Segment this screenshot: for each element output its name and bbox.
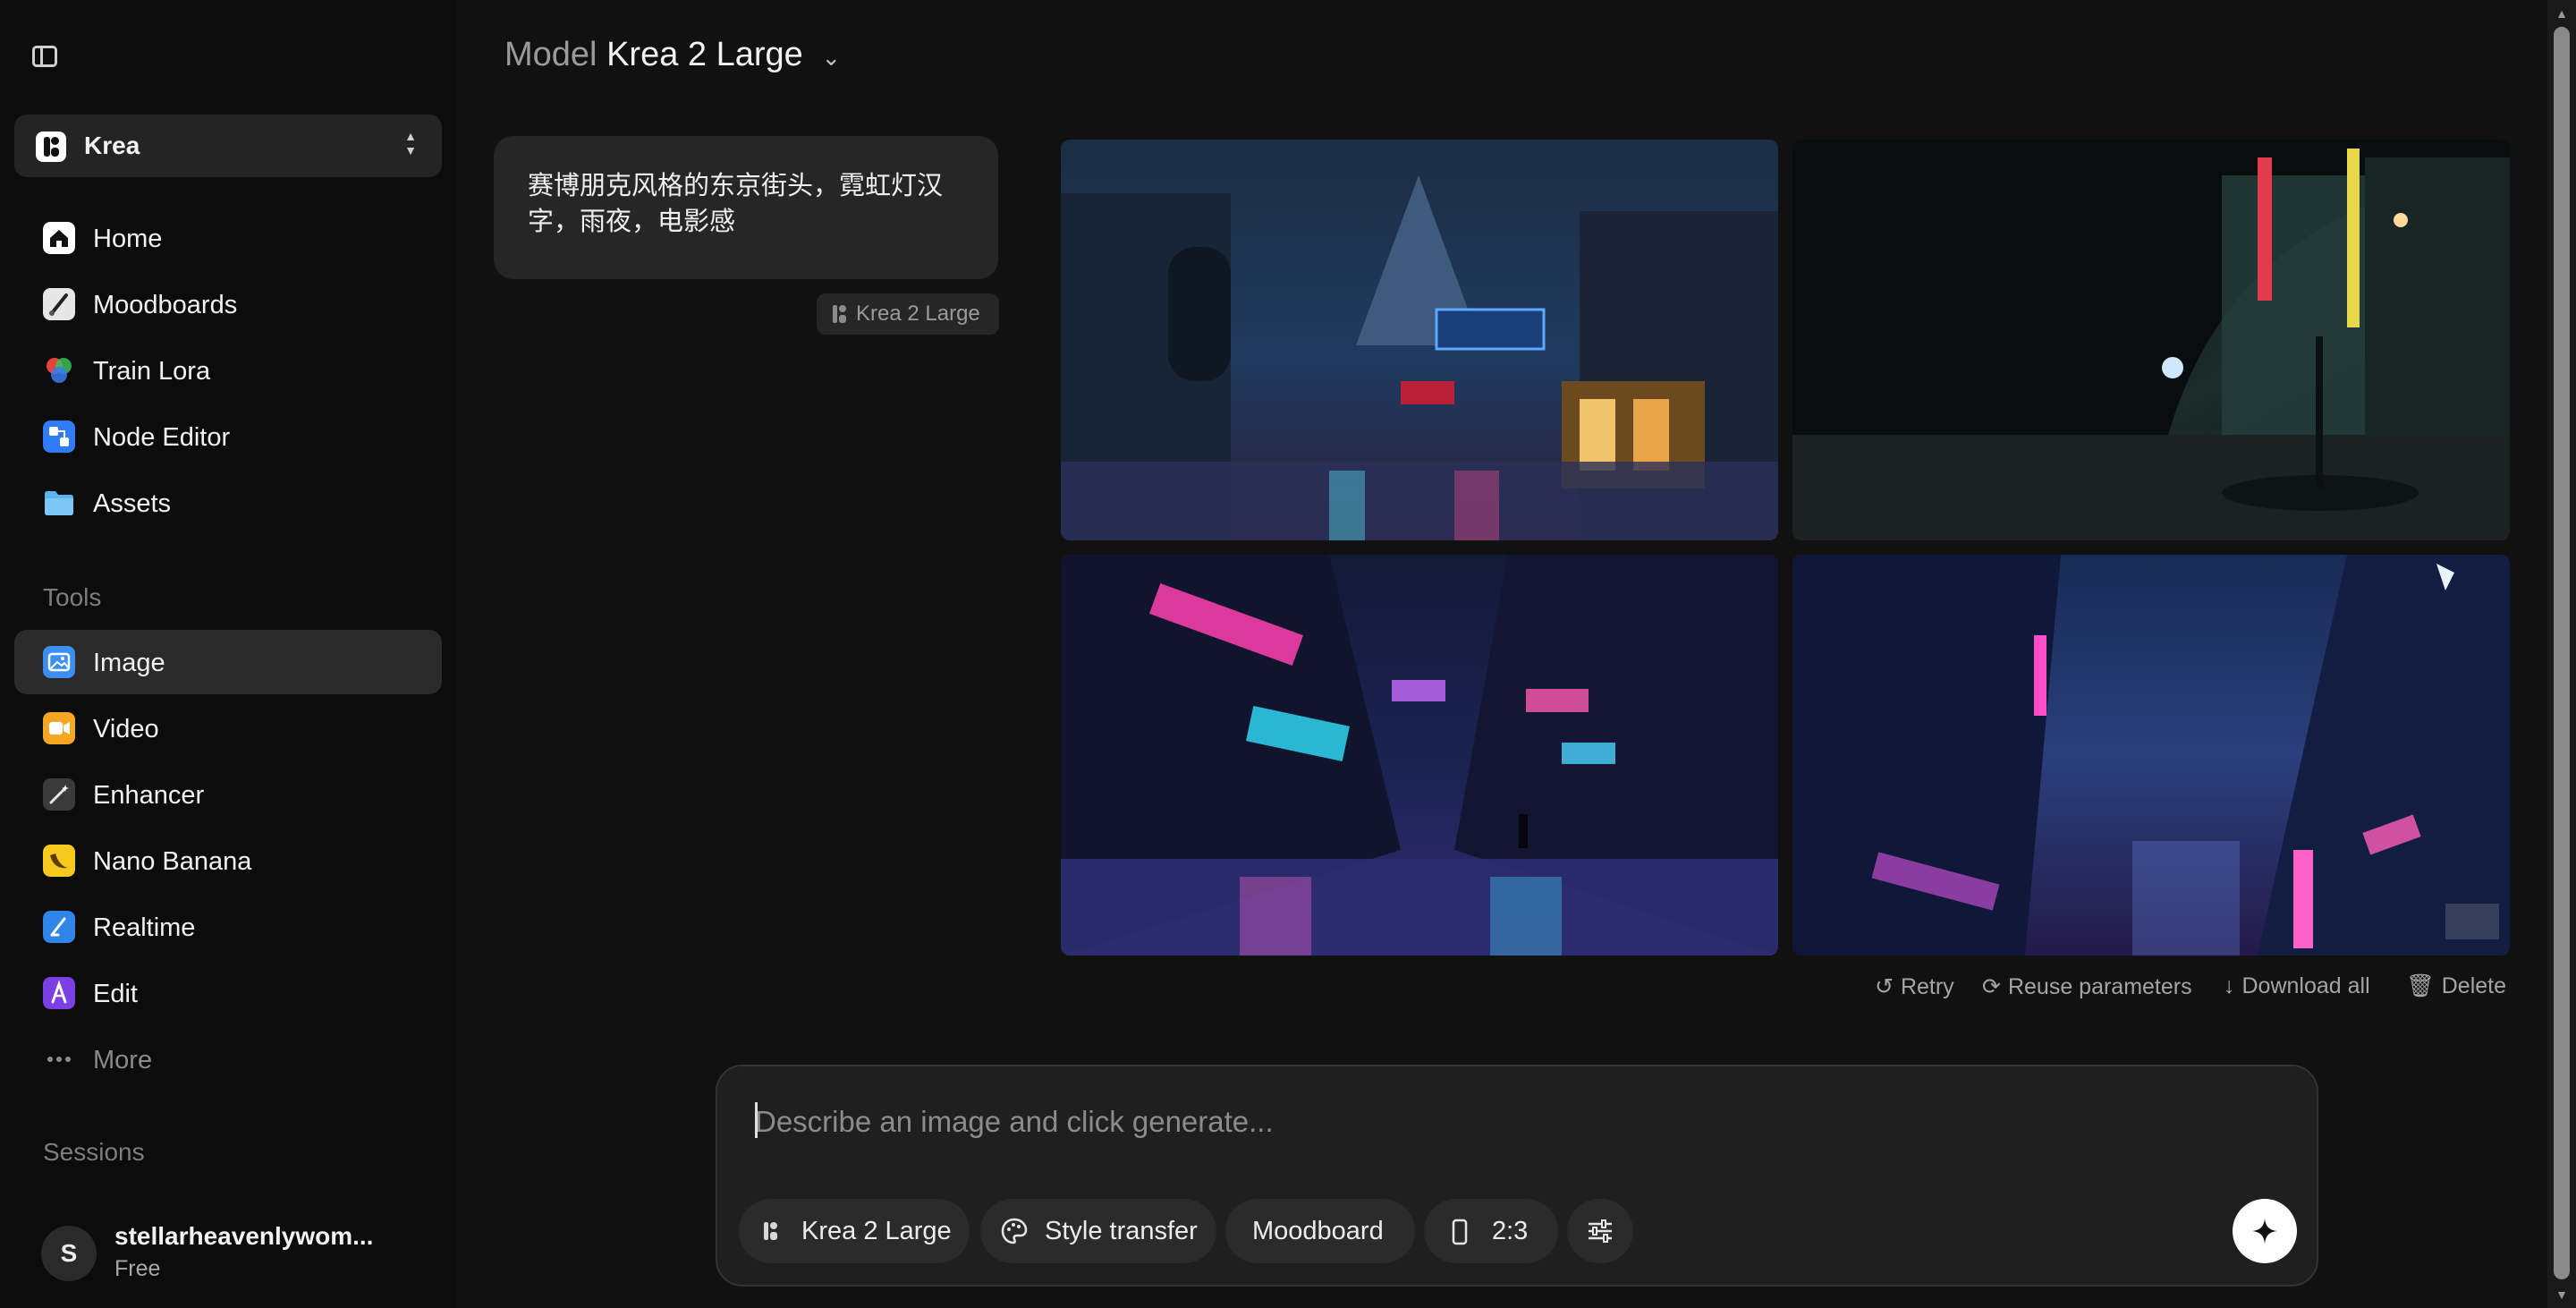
user-plan: Free: [114, 1256, 161, 1281]
train-lora-icon: [47, 358, 72, 383]
sidebar-item-assets[interactable]: Assets: [14, 471, 442, 535]
generated-image-1[interactable]: [1061, 140, 1778, 540]
sidebar-item-video[interactable]: Video: [14, 696, 442, 760]
model-label: Model: [504, 36, 597, 73]
prompt-bubble: 赛博朋克风格的东京街头，霓虹灯汉字，雨夜，电影感: [494, 136, 998, 279]
generate-button[interactable]: [2233, 1199, 2297, 1263]
portrait-ratio-icon: [1452, 1219, 1468, 1245]
retry-button[interactable]: ↺ Retry: [1875, 973, 1954, 1000]
generated-image-3[interactable]: [1061, 555, 1778, 956]
sidebar-item-image[interactable]: Image: [14, 630, 442, 694]
scroll-up-arrow-icon[interactable]: ▲: [2554, 5, 2570, 21]
scroll-down-arrow-icon[interactable]: ▼: [2554, 1287, 2570, 1303]
download-icon: ↓: [2224, 973, 2235, 998]
sidebar-item-label: Realtime: [93, 913, 196, 942]
sidebar-item-more[interactable]: More: [14, 1027, 442, 1091]
moodboard-label: Moodboard: [1252, 1217, 1384, 1245]
sidebar-item-label: Video: [93, 715, 159, 743]
sidebar-item-nano-banana[interactable]: Nano Banana: [14, 828, 442, 893]
tools-heading: Tools: [43, 583, 102, 611]
sidebar-item-label: Edit: [93, 980, 138, 1008]
edit-icon: [43, 977, 75, 1009]
download-all-label: Download all: [2241, 973, 2370, 998]
model-selector[interactable]: Model Krea 2 Large ⌄: [504, 36, 841, 74]
prompt-input[interactable]: [753, 1099, 2277, 1145]
sidebar-toggle-icon[interactable]: [30, 43, 63, 72]
generated-image-2[interactable]: [1792, 140, 2510, 540]
sidebar-item-moodboards[interactable]: Moodboards: [14, 272, 442, 336]
model-tag-label: Krea 2 Large: [856, 302, 980, 326]
sidebar-item-label: Enhancer: [93, 781, 205, 810]
model-tag: Krea 2 Large: [817, 293, 999, 335]
sidebar-item-label: More: [93, 1046, 153, 1074]
model-pill-label: Krea 2 Large: [801, 1217, 952, 1245]
sidebar-item-edit[interactable]: Edit: [14, 961, 442, 1025]
user-name: stellarheavenlywom...: [114, 1222, 374, 1250]
style-transfer-button[interactable]: Style transfer: [980, 1199, 1216, 1263]
retry-label: Retry: [1900, 974, 1954, 999]
sidebar: Krea ▲ ▼ Home Moodboards Train Lora Node…: [0, 0, 456, 1308]
banana-icon: [43, 845, 75, 877]
avatar: S: [41, 1226, 97, 1281]
sidebar-item-label: Train Lora: [93, 357, 211, 386]
aspect-ratio-label: 2:3: [1492, 1217, 1529, 1245]
sliders-icon: [1589, 1219, 1612, 1243]
sidebar-item-train-lora[interactable]: Train Lora: [14, 338, 442, 403]
model-pill-button[interactable]: Krea 2 Large: [739, 1199, 970, 1263]
krea-logo-icon: [764, 1222, 778, 1240]
retry-icon: ↺: [1875, 974, 1894, 999]
sessions-heading: Sessions: [43, 1138, 145, 1166]
video-icon: [43, 712, 75, 744]
home-icon: [43, 222, 75, 254]
trash-icon: 🗑: [2406, 973, 2435, 998]
sidebar-item-label: Moodboards: [93, 291, 238, 319]
user-profile[interactable]: S stellarheavenlywom... Free: [14, 1217, 442, 1288]
krea-logo-icon: [36, 132, 66, 162]
sidebar-item-realtime[interactable]: Realtime: [14, 895, 442, 959]
chevron-down-icon: ⌄: [821, 44, 842, 71]
krea-logo-icon: [833, 305, 847, 323]
sidebar-item-label: Assets: [93, 489, 172, 518]
sidebar-item-home[interactable]: Home: [14, 206, 442, 270]
aspect-ratio-button[interactable]: 2:3: [1424, 1199, 1558, 1263]
delete-button[interactable]: 🗑 Delete: [2406, 973, 2506, 999]
workspace-switcher[interactable]: Krea ▲ ▼: [14, 115, 442, 177]
realtime-icon: [43, 911, 75, 943]
palette-icon: [1001, 1218, 1028, 1244]
chevron-updown-icon: ▲ ▼: [404, 129, 417, 157]
sidebar-item-enhancer[interactable]: Enhancer: [14, 762, 442, 827]
download-all-button[interactable]: ↓ Download all: [2224, 973, 2370, 999]
delete-label: Delete: [2441, 973, 2507, 998]
image-icon: [43, 646, 75, 678]
folder-icon: [45, 491, 73, 515]
sidebar-item-label: Nano Banana: [93, 847, 252, 876]
settings-sliders-button[interactable]: [1567, 1199, 1633, 1263]
text-caret: [755, 1102, 758, 1138]
sidebar-item-label: Image: [93, 649, 165, 677]
more-dots-icon: [47, 1057, 71, 1062]
moodboard-icon: [43, 288, 75, 320]
reuse-label: Reuse parameters: [2007, 974, 2192, 999]
generated-image-4[interactable]: [1792, 555, 2510, 956]
workspace-name: Krea: [84, 132, 140, 159]
sidebar-item-node-editor[interactable]: Node Editor: [14, 404, 442, 469]
sparkle-icon: [2252, 1219, 2277, 1244]
node-editor-icon: [43, 420, 75, 453]
reuse-parameters-button[interactable]: ⟳ Reuse parameters: [1982, 973, 2192, 1000]
model-value: Krea 2 Large: [606, 36, 803, 73]
refresh-icon: ⟳: [1982, 974, 2001, 999]
style-transfer-label: Style transfer: [1045, 1217, 1198, 1245]
moodboard-button[interactable]: Moodboard: [1225, 1199, 1415, 1263]
enhancer-icon: [43, 778, 75, 811]
sidebar-item-label: Node Editor: [93, 423, 231, 452]
sidebar-item-label: Home: [93, 225, 163, 253]
scrollbar-thumb[interactable]: [2554, 27, 2570, 1279]
prompt-composer: Krea 2 Large Style transfer Moodboard 2:…: [716, 1065, 2318, 1287]
